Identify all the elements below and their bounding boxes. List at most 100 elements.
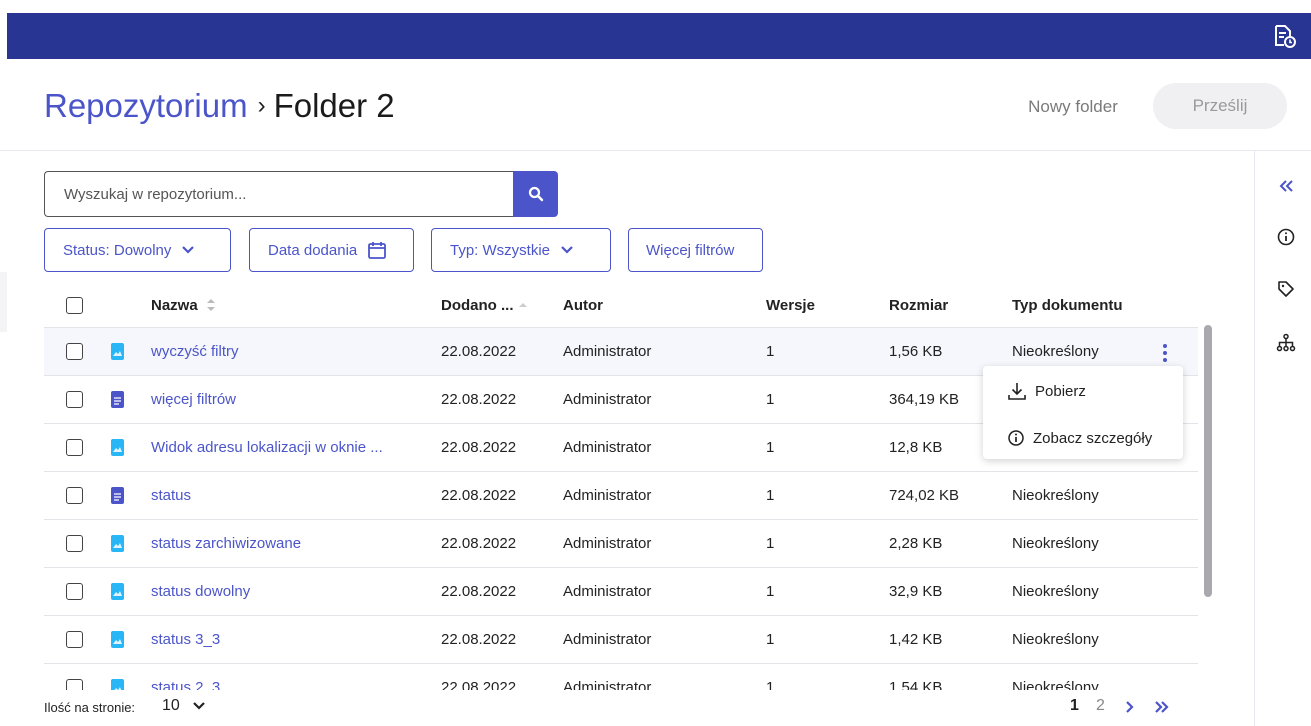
page-header: Repozytorium › Folder 2 Nowy folder Prze…: [0, 59, 1311, 151]
table-row[interactable]: status 22.08.2022 Administrator 1 724,02 KB N…: [44, 472, 1198, 520]
cell-author: Administrator: [563, 487, 652, 504]
cell-versions: 1: [766, 343, 775, 360]
column-name-label: Nazwa: [151, 296, 198, 314]
row-context-menu: Pobierz Zobacz szczegóły: [983, 366, 1183, 459]
type-filter-dropdown[interactable]: Typ: Wszystkie: [431, 228, 611, 272]
row-checkbox[interactable]: [66, 487, 83, 504]
cell-size: 1,56 KB: [889, 343, 943, 360]
cell-size: 2,28 KB: [889, 535, 943, 552]
file-name-link[interactable]: Widok adresu lokalizacji w oknie ...: [151, 424, 383, 471]
cell-added: 22.08.2022: [441, 487, 517, 504]
cell-doctype: Nieokreślony: [1012, 631, 1099, 648]
table-header: Nazwa Dodano ... Autor Wersje Rozmiar Ty…: [44, 283, 1198, 328]
row-checkbox[interactable]: [66, 631, 83, 648]
search-icon: [528, 186, 543, 202]
row-checkbox[interactable]: [66, 343, 83, 360]
image-file-icon: [111, 583, 124, 600]
sort-asc-icon: [518, 303, 527, 307]
collapse-double-chevron-icon[interactable]: [1275, 175, 1297, 197]
row-checkbox[interactable]: [66, 391, 83, 408]
cell-versions: 1: [766, 391, 775, 408]
page-1[interactable]: 1: [1070, 697, 1079, 715]
status-filter-dropdown[interactable]: Status: Dowolny: [44, 228, 231, 272]
row-checkbox[interactable]: [66, 583, 83, 600]
cell-added: 22.08.2022: [441, 631, 517, 648]
download-menu-item[interactable]: Pobierz: [983, 368, 1183, 414]
column-author[interactable]: Autor: [563, 283, 603, 327]
status-filter-label: Status: Dowolny: [63, 241, 172, 259]
table-row[interactable]: status zarchiwizowane 22.08.2022 Administr…: [44, 520, 1198, 568]
tag-icon[interactable]: [1275, 278, 1297, 300]
upload-button[interactable]: Prześlij: [1153, 83, 1287, 129]
more-filters-button[interactable]: Więcej filtrów: [628, 228, 763, 272]
download-icon: [1008, 383, 1026, 400]
cell-author: Administrator: [563, 343, 652, 360]
document-clock-icon[interactable]: [1271, 23, 1297, 49]
column-doctype[interactable]: Typ dokumentu: [1012, 283, 1123, 327]
cell-size: 12,8 KB: [889, 439, 943, 456]
cell-versions: 1: [766, 631, 775, 648]
table-scrollbar[interactable]: [1204, 325, 1212, 597]
cell-size: 724,02 KB: [889, 487, 960, 504]
next-page-chevron-icon[interactable]: [1125, 700, 1135, 719]
table-footer: Ilość na stronie: 10 1 2: [0, 690, 1254, 726]
page-2[interactable]: 2: [1096, 697, 1105, 715]
row-checkbox[interactable]: [66, 535, 83, 552]
cell-size: 364,19 KB: [889, 391, 960, 408]
date-added-filter[interactable]: Data dodania: [249, 228, 414, 272]
row-actions-kebab-icon[interactable]: [1158, 341, 1172, 365]
search-button[interactable]: [513, 171, 558, 217]
chevron-down-icon: [193, 702, 205, 710]
more-filters-label: Więcej filtrów: [646, 241, 735, 259]
search-bar: [44, 171, 558, 217]
details-label: Zobacz szczegóły: [1033, 429, 1153, 447]
image-file-icon: [111, 343, 124, 360]
info-icon: [1008, 430, 1024, 446]
file-name-link[interactable]: status 3_3: [151, 616, 220, 663]
search-input[interactable]: [44, 171, 514, 217]
file-name-link[interactable]: status: [151, 472, 191, 519]
per-page-select[interactable]: 10: [162, 697, 206, 715]
file-name-link[interactable]: status dowolny: [151, 568, 250, 615]
file-name-link[interactable]: wyczyść filtry: [151, 328, 239, 375]
select-all-checkbox[interactable]: [66, 296, 83, 314]
file-name-link[interactable]: status zarchiwizowane: [151, 520, 301, 567]
document-file-icon: [111, 391, 124, 408]
image-file-icon: [111, 439, 124, 456]
cell-author: Administrator: [563, 391, 652, 408]
calendar-icon: [368, 242, 387, 259]
per-page-label: Ilość na stronie:: [44, 700, 136, 715]
row-checkbox[interactable]: [66, 439, 83, 456]
cell-size: 1,42 KB: [889, 631, 943, 648]
hierarchy-icon[interactable]: [1275, 332, 1297, 354]
download-label: Pobierz: [1035, 382, 1086, 400]
breadcrumb-separator: ›: [257, 92, 266, 119]
column-added[interactable]: Dodano ...: [441, 283, 528, 327]
cell-author: Administrator: [563, 583, 652, 600]
cell-versions: 1: [766, 583, 775, 600]
last-page-double-chevron-icon[interactable]: [1154, 700, 1170, 719]
cell-versions: 1: [766, 439, 775, 456]
new-folder-button[interactable]: Nowy folder: [1011, 87, 1135, 127]
cell-size: 32,9 KB: [889, 583, 943, 600]
document-file-icon: [111, 487, 124, 504]
top-bar-band: [7, 13, 1311, 59]
column-name[interactable]: Nazwa: [151, 283, 216, 327]
cell-added: 22.08.2022: [441, 391, 517, 408]
image-file-icon: [111, 535, 124, 552]
cell-added: 22.08.2022: [441, 343, 517, 360]
right-sidebar: [1254, 151, 1311, 726]
image-file-icon: [111, 631, 124, 648]
breadcrumb-repository-link[interactable]: Repozytorium: [44, 87, 248, 125]
cell-versions: 1: [766, 487, 775, 504]
info-icon[interactable]: [1275, 226, 1297, 248]
breadcrumb: Repozytorium › Folder 2: [44, 87, 395, 125]
details-menu-item[interactable]: Zobacz szczegóły: [983, 415, 1183, 461]
column-versions[interactable]: Wersje: [766, 283, 815, 327]
column-size[interactable]: Rozmiar: [889, 283, 948, 327]
table-row[interactable]: status 3_3 22.08.2022 Administrator 1 1,42 K…: [44, 616, 1198, 664]
file-name-link[interactable]: więcej filtrów: [151, 376, 236, 423]
cell-added: 22.08.2022: [441, 583, 517, 600]
cell-added: 22.08.2022: [441, 535, 517, 552]
table-row[interactable]: status dowolny 22.08.2022 Administrator 1 32…: [44, 568, 1198, 616]
